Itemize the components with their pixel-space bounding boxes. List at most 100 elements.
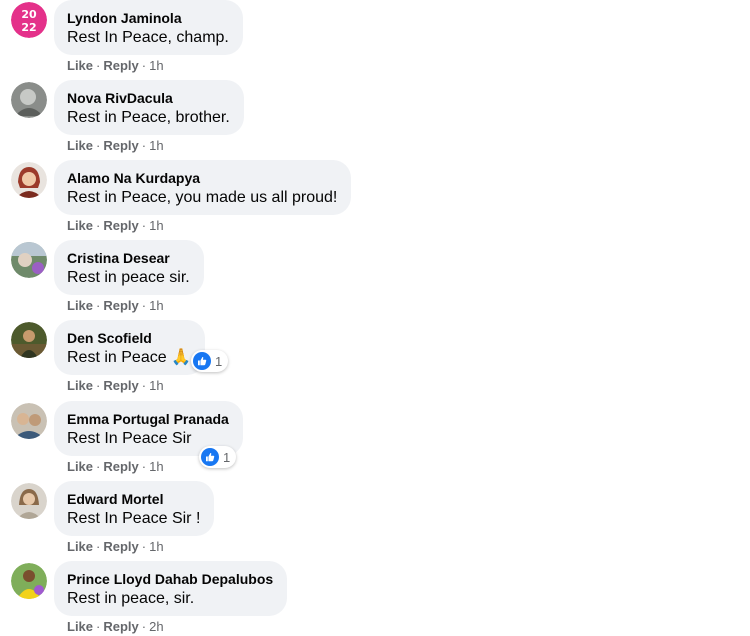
profile-photo-icon: [11, 403, 47, 439]
comment-text: Rest In Peace, champ.: [67, 29, 229, 46]
comment-text-content: Rest in Peace: [67, 349, 167, 366]
action-separator: ·: [96, 619, 101, 634]
reaction-count: 1: [223, 449, 231, 465]
comment-text: Rest in peace, sir.: [67, 590, 195, 607]
comment-timestamp[interactable]: 1h: [149, 58, 163, 73]
avatar[interactable]: [11, 322, 47, 358]
comment: Den Scofield Rest in Peace 🙏 1 Like · Repl…: [0, 320, 750, 400]
like-icon: [201, 448, 219, 466]
comment-bubble: Prince Lloyd Dahab Depalubos Rest in pea…: [54, 561, 288, 616]
like-icon: [193, 352, 211, 370]
comment-author[interactable]: Lyndon Jaminola: [67, 9, 229, 27]
profile-2022-badge-icon: 20 22: [11, 2, 47, 38]
profile-photo-icon: [11, 162, 47, 198]
comment-bubble: Lyndon Jaminola Rest In Peace, champ.: [54, 0, 243, 55]
like-link[interactable]: Like: [67, 459, 93, 474]
comment-actions: Like · Reply · 1h: [67, 218, 164, 234]
avatar[interactable]: [11, 563, 47, 599]
comment-timestamp[interactable]: 1h: [149, 539, 163, 554]
reply-link[interactable]: Reply: [103, 619, 138, 634]
comment-bubble: Alamo Na Kurdapya Rest in Peace, you mad…: [54, 160, 352, 215]
comment-bubble: Nova RivDacula Rest in Peace, brother.: [54, 80, 244, 135]
comment-actions: Like · Reply · 1h: [67, 138, 164, 154]
action-separator: ·: [141, 619, 147, 634]
comment-author[interactable]: Emma Portugal Pranada: [67, 410, 229, 428]
comment-timestamp[interactable]: 1h: [149, 298, 163, 313]
svg-text:22: 22: [21, 21, 36, 34]
comment-timestamp[interactable]: 1h: [149, 459, 163, 474]
comment-timestamp[interactable]: 2h: [149, 619, 163, 634]
action-separator: ·: [96, 298, 101, 313]
profile-photo-icon: [11, 483, 47, 519]
reply-link[interactable]: Reply: [103, 459, 138, 474]
comment: Cristina Desear Rest in peace sir. Like ·…: [0, 240, 750, 320]
action-separator: ·: [96, 138, 101, 153]
action-separator: ·: [141, 539, 147, 554]
comment-text: Rest in peace sir.: [67, 269, 190, 286]
profile-photo-icon: [11, 82, 47, 118]
comment-bubble: Cristina Desear Rest in peace sir.: [54, 240, 204, 295]
action-separator: ·: [96, 459, 101, 474]
folded-hands-emoji: 🙏: [171, 349, 191, 366]
avatar[interactable]: 20 22: [11, 2, 47, 38]
comment-actions: Like · Reply · 2h: [67, 619, 164, 635]
action-separator: ·: [96, 378, 101, 393]
comment-text: Rest in Peace, brother.: [67, 109, 230, 126]
like-link[interactable]: Like: [67, 58, 93, 73]
comment-actions: Like · Reply · 1h: [67, 58, 164, 74]
reply-link[interactable]: Reply: [103, 218, 138, 233]
comment-timestamp[interactable]: 1h: [149, 378, 163, 393]
reply-link[interactable]: Reply: [103, 58, 138, 73]
comment-text: Rest In Peace Sir !: [67, 510, 201, 527]
like-link[interactable]: Like: [67, 298, 93, 313]
comment-actions: Like · Reply · 1h: [67, 298, 164, 314]
comment-actions: Like · Reply · 1h: [67, 378, 164, 394]
comment: Prince Lloyd Dahab Depalubos Rest in pea…: [0, 561, 750, 636]
comment-feed: 20 22 Lyndon Jaminola Rest In Peace, cha…: [0, 0, 750, 636]
reply-link[interactable]: Reply: [103, 138, 138, 153]
comment-author[interactable]: Den Scofield: [67, 329, 191, 347]
avatar[interactable]: [11, 242, 47, 278]
action-separator: ·: [141, 138, 147, 153]
like-link[interactable]: Like: [67, 218, 93, 233]
avatar[interactable]: [11, 403, 47, 439]
reply-link[interactable]: Reply: [103, 539, 138, 554]
avatar[interactable]: [11, 82, 47, 118]
profile-photo-icon: [11, 242, 47, 278]
comment-author[interactable]: Alamo Na Kurdapya: [67, 169, 337, 187]
action-separator: ·: [141, 298, 147, 313]
profile-photo-icon: [11, 322, 47, 358]
reaction-badge[interactable]: 1: [199, 446, 237, 468]
comment: Nova RivDacula Rest in Peace, brother. L…: [0, 80, 750, 160]
action-separator: ·: [141, 58, 147, 73]
comment-actions: Like · Reply · 1h: [67, 459, 164, 475]
comment: Edward Mortel Rest In Peace Sir ! Like · R…: [0, 481, 750, 561]
action-separator: ·: [141, 218, 147, 233]
reply-link[interactable]: Reply: [103, 298, 138, 313]
reaction-badge[interactable]: 1: [191, 350, 229, 372]
like-link[interactable]: Like: [67, 539, 93, 554]
comment: 20 22 Lyndon Jaminola Rest In Peace, cha…: [0, 0, 750, 80]
comment-actions: Like · Reply · 1h: [67, 539, 164, 555]
reaction-count: 1: [215, 353, 223, 369]
like-link[interactable]: Like: [67, 619, 93, 634]
comment-timestamp[interactable]: 1h: [149, 218, 163, 233]
avatar[interactable]: [11, 162, 47, 198]
comment-text: Rest in Peace, you made us all proud!: [67, 189, 338, 206]
action-separator: ·: [141, 378, 147, 393]
comment: Alamo Na Kurdapya Rest in Peace, you mad…: [0, 160, 750, 240]
like-link[interactable]: Like: [67, 378, 93, 393]
action-separator: ·: [96, 58, 101, 73]
reply-link[interactable]: Reply: [103, 378, 138, 393]
comment-author[interactable]: Cristina Desear: [67, 249, 190, 267]
comment-bubble: Den Scofield Rest in Peace 🙏: [54, 320, 205, 375]
like-link[interactable]: Like: [67, 138, 93, 153]
profile-photo-icon: [11, 563, 47, 599]
comment-author[interactable]: Edward Mortel: [67, 490, 200, 508]
avatar[interactable]: [11, 483, 47, 519]
action-separator: ·: [96, 539, 101, 554]
comment-timestamp[interactable]: 1h: [149, 138, 163, 153]
comment-author[interactable]: Prince Lloyd Dahab Depalubos: [67, 570, 273, 588]
comment-author[interactable]: Nova RivDacula: [67, 89, 230, 107]
action-separator: ·: [96, 218, 101, 233]
